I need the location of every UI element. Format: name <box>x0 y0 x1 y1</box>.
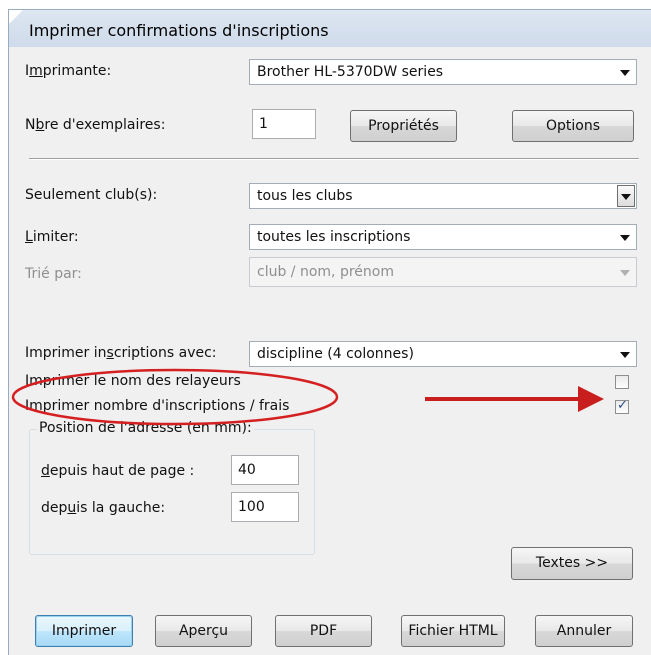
printer-label: Imprimante: <box>25 63 112 79</box>
relay-names-checkbox[interactable] <box>615 375 629 389</box>
print-with-select[interactable]: discipline (4 colonnes) <box>249 341 637 367</box>
print-with-select-value: discipline (4 colonnes) <box>257 346 414 362</box>
options-button[interactable]: Options <box>512 110 634 142</box>
address-group-title: Position de l'adresse (en mm): <box>37 420 254 436</box>
print-button[interactable]: Imprimer <box>35 615 133 647</box>
limit-select[interactable]: toutes les inscriptions <box>249 224 637 250</box>
printer-select[interactable]: Brother HL-5370DW series <box>249 59 637 85</box>
texts-button[interactable]: Textes >> <box>511 547 633 580</box>
window-title: Imprimer confirmations d'inscriptions <box>29 21 329 40</box>
print-dialog: Imprimante: Brother HL-5370DW series Nbr… <box>8 47 651 655</box>
chevron-down-icon <box>621 194 631 200</box>
copies-label: Nbre d'exemplaires: <box>25 117 166 133</box>
relay-names-label: Imprimer le nom des relayeurs <box>25 373 241 389</box>
sort-select: club / nom, prénom <box>249 257 637 287</box>
properties-button[interactable]: Propriétés <box>350 110 457 142</box>
checkmark-icon: ✓ <box>617 398 628 413</box>
clubs-select[interactable]: tous les clubs <box>249 183 637 209</box>
clubs-select-value: tous les clubs <box>257 188 353 204</box>
chevron-down-icon <box>620 352 630 358</box>
chevron-down-icon <box>620 70 630 76</box>
left-offset-input[interactable]: 100 <box>231 492 299 522</box>
clubs-label: Seulement club(s): <box>25 187 158 203</box>
copies-input[interactable]: 1 <box>252 109 316 139</box>
count-fees-checkbox[interactable]: ✓ <box>615 398 629 414</box>
top-offset-input[interactable]: 40 <box>231 455 299 485</box>
sort-label: Trié par: <box>25 266 82 282</box>
html-file-button[interactable]: Fichier HTML <box>401 615 505 647</box>
count-fees-label: Imprimer nombre d'inscriptions / frais <box>25 398 290 414</box>
cancel-button[interactable]: Annuler <box>535 615 633 647</box>
title-bar: Imprimer confirmations d'inscriptions <box>8 9 651 47</box>
print-with-label: Imprimer inscriptions avec: <box>25 345 217 361</box>
chevron-down-icon <box>620 235 630 241</box>
limit-select-value: toutes les inscriptions <box>257 229 411 245</box>
sort-select-value: club / nom, prénom <box>257 264 394 280</box>
separator <box>29 158 639 160</box>
chevron-down-icon <box>620 270 630 276</box>
pdf-button[interactable]: PDF <box>275 615 372 647</box>
limit-label: Limiter: <box>25 229 79 245</box>
top-offset-label: depuis haut de page : <box>41 463 195 479</box>
clubs-dropdown-button[interactable] <box>617 185 635 207</box>
left-offset-label: depuis la gauche: <box>41 500 166 516</box>
printer-select-value: Brother HL-5370DW series <box>257 64 444 80</box>
title-bar-corner-icon <box>9 10 23 24</box>
preview-button[interactable]: Aperçu <box>155 615 252 647</box>
